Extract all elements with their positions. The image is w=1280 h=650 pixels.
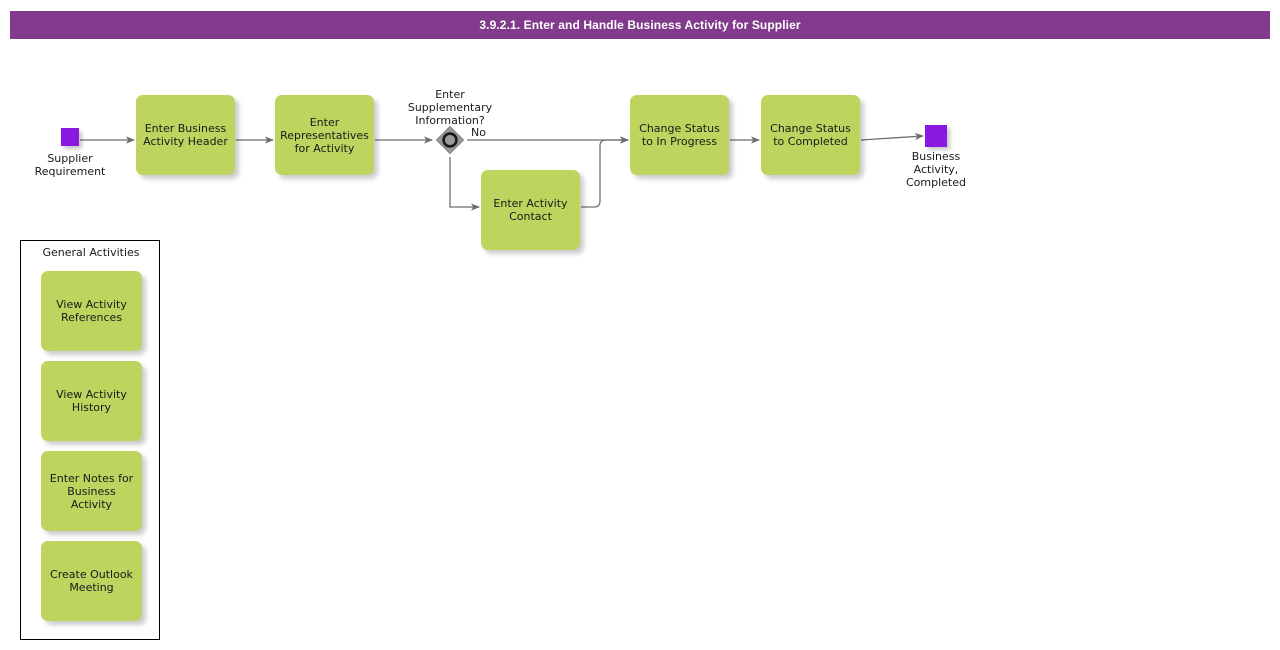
task-label: View Activity References <box>56 298 127 324</box>
flow-label-no: No <box>471 126 486 139</box>
flow-gateway-to-activity-contact <box>449 157 480 211</box>
task-label: Change Status to In Progress <box>639 122 720 148</box>
task-label: Enter Business Activity Header <box>143 122 228 148</box>
gateway-label: Enter Supplementary Information? <box>407 88 493 127</box>
start-event-label: Supplier Requirement <box>34 152 106 178</box>
task-label: View Activity History <box>56 388 127 414</box>
page-title: 3.9.2.1. Enter and Handle Business Activ… <box>479 18 801 32</box>
task-label: Enter Notes for Business Activity <box>49 471 134 511</box>
general-activities-panel: General Activities View Activity Referen… <box>20 240 160 640</box>
end-event-label: Business Activity, Completed <box>906 150 966 189</box>
flow-activity-contact-to-in-progress <box>581 136 629 208</box>
task-enter-business-activity-header[interactable]: Enter Business Activity Header <box>136 95 235 175</box>
task-label: Enter Representatives for Activity <box>280 115 369 155</box>
task-label: Create Outlook Meeting <box>50 568 133 594</box>
flow-completed-to-end <box>860 132 924 141</box>
task-enter-activity-contact[interactable]: Enter Activity Contact <box>481 170 580 250</box>
general-activity-enter-notes-for-business-activity[interactable]: Enter Notes for Business Activity <box>41 451 142 531</box>
task-change-status-to-completed[interactable]: Change Status to Completed <box>761 95 860 175</box>
task-enter-representatives-for-activity[interactable]: Enter Representatives for Activity <box>275 95 374 175</box>
start-event[interactable] <box>61 128 79 146</box>
diagram-canvas: 3.9.2.1. Enter and Handle Business Activ… <box>0 0 1280 650</box>
general-activity-create-outlook-meeting[interactable]: Create Outlook Meeting <box>41 541 142 621</box>
page-title-bar: 3.9.2.1. Enter and Handle Business Activ… <box>10 11 1270 39</box>
supplementary-information-gateway[interactable] <box>434 124 466 156</box>
task-label: Enter Activity Contact <box>493 197 568 223</box>
task-label: Change Status to Completed <box>770 122 851 148</box>
general-activity-view-activity-history[interactable]: View Activity History <box>41 361 142 441</box>
end-event[interactable] <box>925 125 947 147</box>
general-activity-view-activity-references[interactable]: View Activity References <box>41 271 142 351</box>
general-activities-panel-title: General Activities <box>42 246 140 259</box>
task-change-status-to-in-progress[interactable]: Change Status to In Progress <box>630 95 729 175</box>
gateway-diamond-icon <box>435 125 465 155</box>
